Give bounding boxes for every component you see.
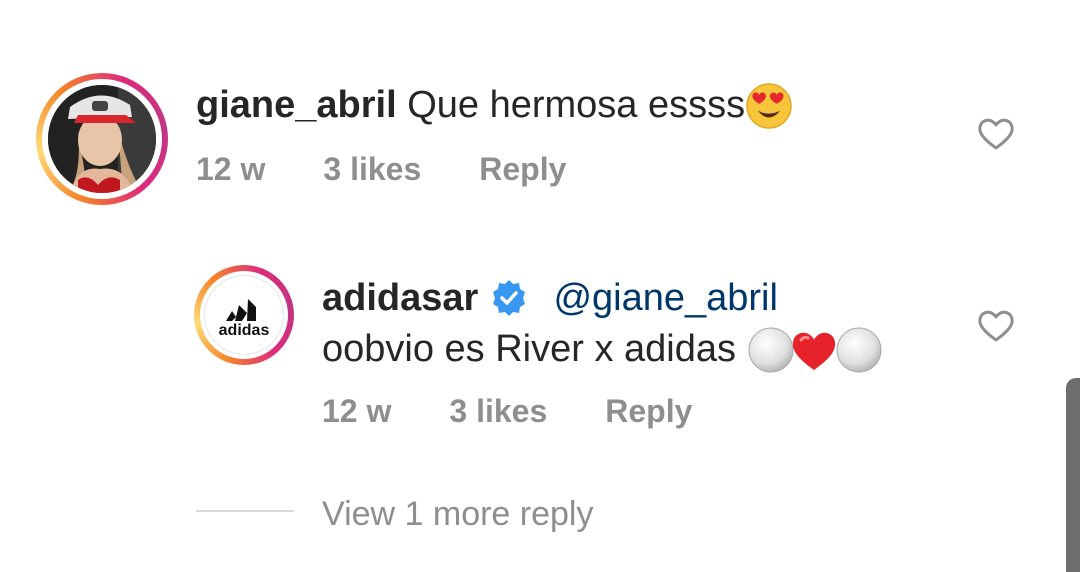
comment-likes-link[interactable]: 3 likes xyxy=(323,151,421,187)
comment-text-line: giane_abril Que hermosa essss xyxy=(196,82,793,132)
profile-photo xyxy=(48,85,156,193)
reply-likes-link[interactable]: 3 likes xyxy=(449,393,547,429)
like-heart-icon[interactable] xyxy=(976,306,1016,346)
heart-eyes-emoji-icon xyxy=(745,82,793,132)
white-circle-emoji-icon xyxy=(747,326,795,376)
avatar-adidasar[interactable]: adidas xyxy=(194,265,294,365)
comment-username[interactable]: giane_abril xyxy=(196,84,397,126)
reply-age: 12 w xyxy=(322,393,392,429)
reply-meta: 12 w 3 likes Reply xyxy=(322,392,750,430)
view-more-divider xyxy=(196,510,294,512)
adidas-logo-icon: adidas xyxy=(219,299,270,339)
comment-age: 12 w xyxy=(196,151,266,187)
adidas-logo: adidas xyxy=(204,275,284,355)
reply-body: oobvio es River x adidas xyxy=(322,328,736,371)
like-heart-icon[interactable] xyxy=(976,114,1016,154)
comment-body: Que hermosa essss xyxy=(407,84,746,127)
reply-body-line: oobvio es River x adidas xyxy=(322,326,883,376)
red-heart-emoji-icon xyxy=(789,326,839,376)
reply-username[interactable]: adidasar xyxy=(322,277,478,319)
avatar-giane-abril[interactable] xyxy=(36,73,168,205)
reply-button[interactable]: Reply xyxy=(479,151,566,187)
verified-badge-icon xyxy=(489,278,529,322)
profile-photo-image xyxy=(48,85,156,193)
reply-header-line: adidasar @giane_abril xyxy=(322,276,778,322)
mention-link[interactable]: @giane_abril xyxy=(553,277,778,319)
comment-meta: 12 w 3 likes Reply xyxy=(196,150,624,188)
view-more-replies-button[interactable]: View 1 more reply xyxy=(322,494,594,534)
white-circle-emoji-icon xyxy=(835,326,883,376)
scrollbar[interactable] xyxy=(1066,378,1080,572)
reply-button[interactable]: Reply xyxy=(605,393,692,429)
adidas-logo-text: adidas xyxy=(219,322,270,339)
